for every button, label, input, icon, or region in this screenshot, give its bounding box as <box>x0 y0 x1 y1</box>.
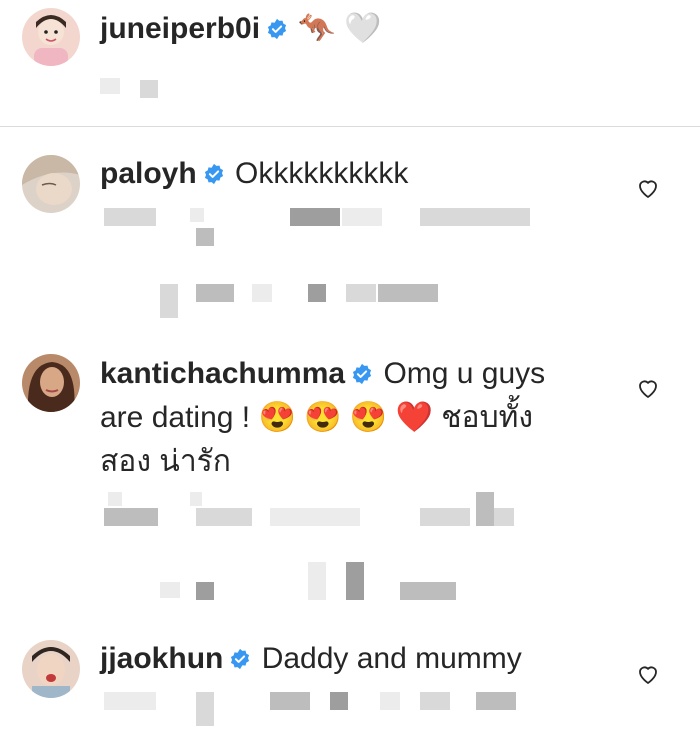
comment-text: kantichachumma Omg u guys are dating ! 😍… <box>100 352 620 484</box>
blurred-content <box>0 78 700 108</box>
username[interactable]: juneiperb0i <box>100 12 260 45</box>
verified-badge-icon <box>267 18 287 40</box>
heart-outline-icon[interactable] <box>636 376 660 400</box>
username[interactable]: paloyh <box>100 157 197 190</box>
avatar[interactable] <box>22 354 80 412</box>
blurred-content <box>0 492 700 526</box>
verified-badge-icon <box>231 648 250 670</box>
heart-outline-icon[interactable] <box>636 662 660 686</box>
avatar-jjaokhun-icon <box>22 640 80 698</box>
comment-text: jjaokhun Daddy and mummy <box>100 637 522 681</box>
comment-text: paloyh Okkkkkkkkkk <box>100 152 408 196</box>
username[interactable]: kantichachumma <box>100 357 345 390</box>
comment-body: Okkkkkkkkkk <box>235 157 409 190</box>
avatar-kantichachumma-icon <box>22 354 80 412</box>
verified-badge-icon <box>204 163 223 185</box>
divider <box>0 126 700 127</box>
comment-body-line1: Omg u guys <box>383 357 546 390</box>
avatar[interactable] <box>22 640 80 698</box>
caption-text: juneiperb0i 🦘 🤍 <box>100 7 381 51</box>
heart-outline-icon[interactable] <box>636 176 660 200</box>
blurred-content <box>0 692 700 726</box>
username[interactable]: jjaokhun <box>100 642 223 675</box>
avatar[interactable] <box>22 155 80 213</box>
caption-emoji: 🦘 🤍 <box>298 12 382 45</box>
blurred-content <box>0 208 700 246</box>
blurred-content <box>0 284 700 318</box>
comment-body-line3: สอง น่ารัก <box>100 445 231 478</box>
verified-badge-icon <box>353 363 372 385</box>
comment-body: Daddy and mummy <box>261 642 522 675</box>
blurred-content <box>0 562 700 600</box>
comment-body-line2: are dating ! 😍 😍 😍 ❤️ ชอบทั้ง <box>100 401 534 434</box>
avatar[interactable] <box>22 8 80 66</box>
avatar-juneiperb0i-icon <box>22 8 80 66</box>
avatar-paloyh-icon <box>22 155 80 213</box>
